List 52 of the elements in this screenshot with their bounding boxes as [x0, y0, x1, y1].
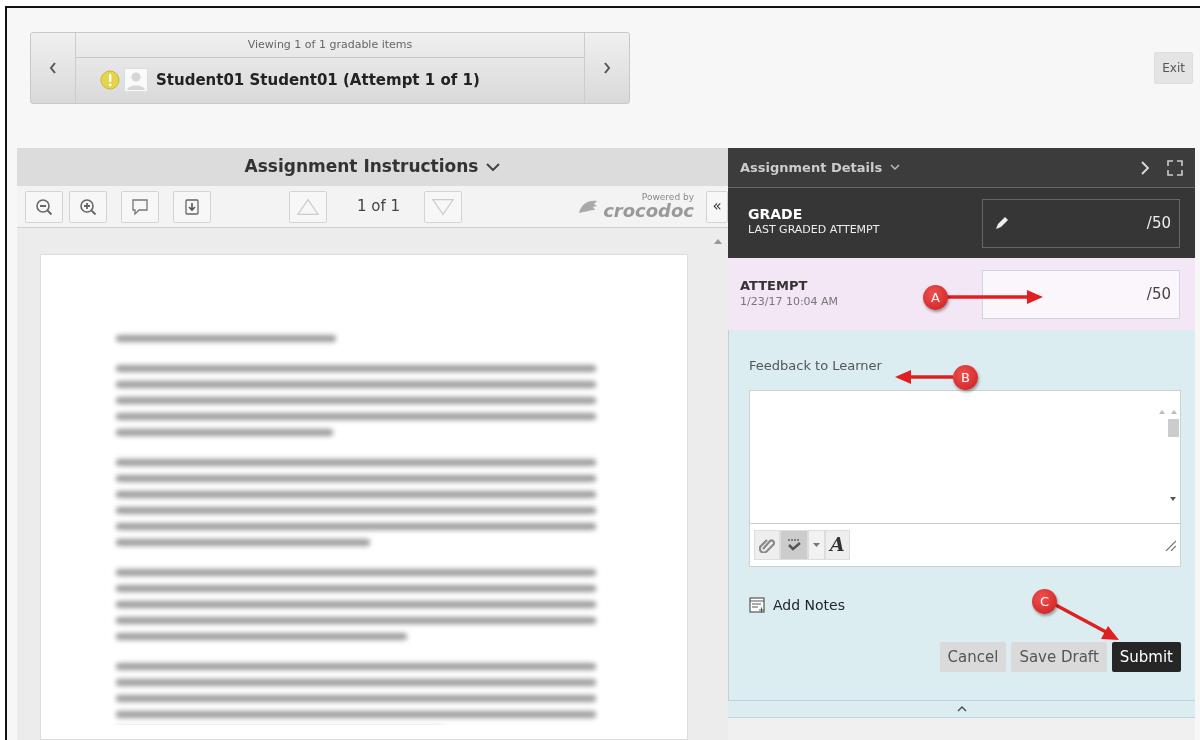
feedback-label: Feedback to Learner	[749, 357, 883, 375]
avatar-icon	[124, 68, 148, 93]
comment-icon	[131, 197, 149, 216]
spellcheck-icon	[785, 536, 803, 553]
navigator-caption: Viewing 1 of 1 gradable items	[76, 33, 584, 58]
brand-logo: crocodoc	[603, 202, 694, 220]
expand-icon[interactable]	[1167, 159, 1183, 176]
action-button[interactable]: Save Draft	[1011, 641, 1107, 672]
grade-label: GRADE	[748, 207, 804, 223]
spellcheck-button[interactable]	[780, 529, 808, 560]
attempt-date: 1/23/17 10:04 AM	[740, 293, 839, 310]
panel-title: Assignment Instructions	[244, 155, 479, 179]
action-button[interactable]: Cancel	[939, 641, 1007, 672]
chevron-right-icon[interactable]	[1141, 160, 1149, 175]
zoom-out-button[interactable]	[25, 190, 63, 223]
download-icon	[183, 197, 201, 216]
page-indicator: 1 of 1	[357, 196, 401, 218]
caret-down-icon	[813, 542, 820, 547]
panel-title: Assignment Details	[740, 158, 883, 177]
chevron-down-icon[interactable]	[486, 163, 501, 171]
exit-button[interactable]: Exit	[1154, 52, 1193, 84]
chevron-up-icon[interactable]	[956, 706, 967, 712]
triangle-down-icon	[431, 196, 456, 217]
collapse-button[interactable]: «	[706, 190, 728, 223]
triangle-up-icon	[296, 196, 320, 217]
grade-sublabel: LAST GRADED ATTEMPT	[748, 222, 880, 239]
attempt-out-of: /50	[1146, 283, 1171, 305]
zoom-in-icon	[79, 197, 97, 216]
chevron-right-icon	[603, 62, 611, 74]
attach-button[interactable]	[754, 529, 780, 560]
feedback-editor[interactable]: A	[749, 389, 1181, 567]
grade-field[interactable]: /50	[982, 198, 1180, 248]
font-button[interactable]: A	[825, 529, 850, 560]
warning-icon	[100, 70, 120, 91]
add-notes-link[interactable]: Add Notes	[773, 594, 845, 616]
zoom-out-icon	[35, 197, 53, 216]
resize-grip-icon[interactable]	[1164, 538, 1176, 551]
chevron-left-icon	[49, 62, 57, 74]
scroll-up-arrow-icon[interactable]	[714, 238, 722, 244]
chevron-down-icon[interactable]	[890, 164, 901, 171]
student-name: Student01 Student01 (Attempt 1 of 1)	[156, 70, 480, 91]
download-button[interactable]	[173, 190, 211, 223]
powered-by-text: Powered by	[641, 193, 694, 202]
pencil-icon	[995, 216, 1009, 230]
comment-button[interactable]	[121, 190, 159, 223]
zoom-in-button[interactable]	[69, 190, 107, 223]
action-button[interactable]: Submit	[1111, 641, 1181, 672]
attempt-grade-field[interactable]: /50	[982, 269, 1180, 319]
grade-out-of: /50	[1146, 212, 1171, 234]
notes-icon	[749, 597, 765, 613]
attempt-label: ATTEMPT	[740, 277, 809, 294]
paperclip-icon	[759, 536, 775, 553]
